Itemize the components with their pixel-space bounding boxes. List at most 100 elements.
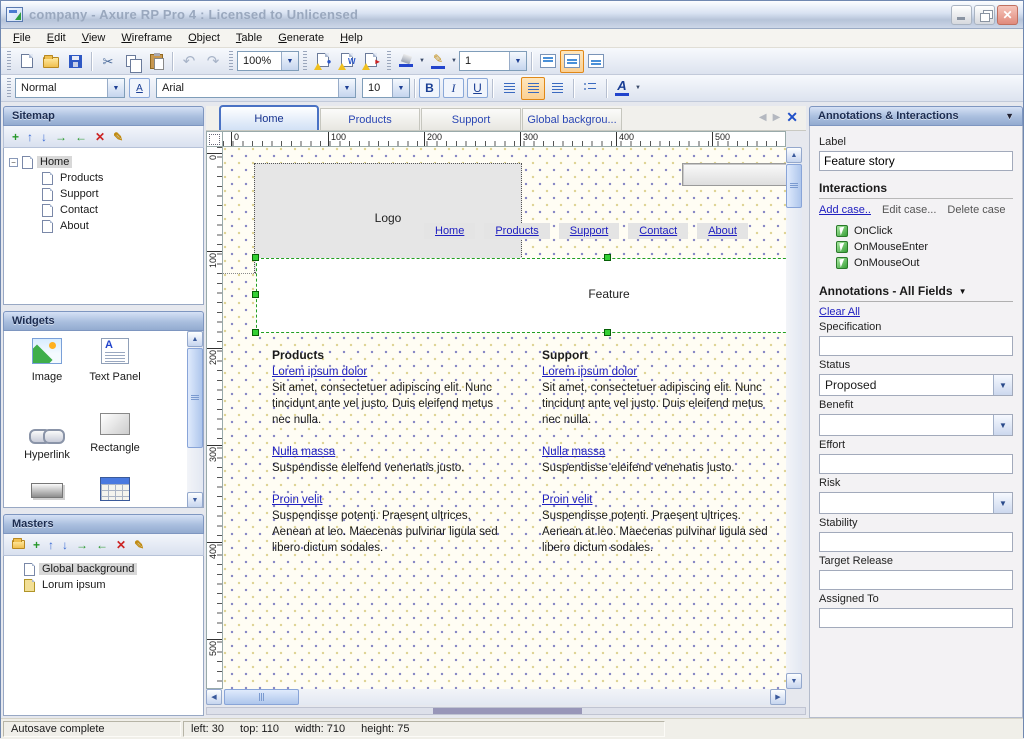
tree-collapse-icon[interactable]: − <box>9 158 18 167</box>
wf-link[interactable]: Nulla massa <box>542 444 605 460</box>
widget-table[interactable] <box>82 477 148 504</box>
logo-widget[interactable]: Logo <box>254 163 522 273</box>
risk-select[interactable]: ▼ <box>819 492 1013 514</box>
search-box-widget[interactable] <box>682 163 786 186</box>
redo-button[interactable]: ↷ <box>201 50 225 73</box>
chevron-down-icon[interactable]: ▼ <box>281 52 298 70</box>
chevron-down-icon[interactable]: ▼ <box>107 79 124 97</box>
scroll-down-icon[interactable]: ▼ <box>187 492 203 508</box>
line-width-combo[interactable]: 1 ▼ <box>459 51 527 71</box>
master-item-lorum-ipsum[interactable]: Lorum ipsum <box>4 577 203 593</box>
scroll-left-icon[interactable]: ◀ <box>206 689 222 705</box>
zoom-combo[interactable]: 100% ▼ <box>237 51 299 71</box>
valign-middle-button[interactable] <box>560 50 584 73</box>
underline-button[interactable]: U <box>467 78 488 98</box>
event-onmouseenter[interactable]: OnMouseEnter <box>836 239 1013 255</box>
nav-link-about[interactable]: About <box>697 223 748 239</box>
effort-input[interactable] <box>819 454 1013 474</box>
toolbar-grip[interactable] <box>7 51 11 71</box>
valign-top-button[interactable] <box>536 50 560 73</box>
tab-global-background[interactable]: Global backgrou... <box>522 108 622 130</box>
scroll-right-icon[interactable]: ▶ <box>770 689 786 705</box>
italic-button[interactable]: I <box>443 78 464 98</box>
toolbar-grip[interactable] <box>387 51 391 71</box>
widget-button[interactable] <box>14 483 80 501</box>
menu-help[interactable]: Help <box>332 30 371 46</box>
canvas-horizontal-scrollbar[interactable]: ◀ ▶ <box>206 689 786 705</box>
selection-handle[interactable] <box>252 329 259 336</box>
open-button[interactable] <box>39 50 63 73</box>
edit-case-link[interactable]: Edit case... <box>882 204 936 216</box>
tab-prev-icon[interactable]: ◀ <box>759 112 767 123</box>
menu-generate[interactable]: Generate <box>270 30 332 46</box>
edit-master-icon[interactable]: ✎ <box>134 539 144 551</box>
chevron-down-icon[interactable]: ▼ <box>993 375 1012 395</box>
clear-all-link[interactable]: Clear All <box>819 306 860 318</box>
sitemap-item-support[interactable]: Support <box>4 186 203 202</box>
minimize-button[interactable] <box>951 5 972 25</box>
nav-link-support[interactable]: Support <box>559 223 620 239</box>
paste-button[interactable] <box>144 50 168 73</box>
wf-link[interactable]: Proin velit <box>542 492 593 508</box>
feature-widget-selected[interactable] <box>256 258 786 333</box>
selection-handle[interactable] <box>252 254 259 261</box>
valign-bottom-button[interactable] <box>584 50 608 73</box>
tab-support[interactable]: Support <box>421 108 521 130</box>
scroll-down-icon[interactable]: ▼ <box>786 673 802 689</box>
wf-link[interactable]: Proin velit <box>272 492 323 508</box>
bold-button[interactable]: B <box>419 78 440 98</box>
delete-case-link[interactable]: Delete case <box>947 204 1005 216</box>
event-onclick[interactable]: OnClick <box>836 223 1013 239</box>
canvas-vertical-scrollbar[interactable]: ▲ ▼ <box>786 147 802 689</box>
tab-home[interactable]: Home <box>219 105 319 130</box>
selection-handle[interactable] <box>604 329 611 336</box>
add-case-link[interactable]: Add case.. <box>819 204 871 216</box>
benefit-select[interactable]: ▼ <box>819 414 1013 436</box>
tab-products[interactable]: Products <box>320 108 420 130</box>
event-onmouseout[interactable]: OnMouseOut <box>836 255 1013 271</box>
chevron-down-icon[interactable]: ▼ <box>509 52 526 70</box>
label-input[interactable] <box>819 151 1013 171</box>
widget-text-panel[interactable]: Text Panel <box>82 338 148 383</box>
tab-close-icon[interactable]: ✕ <box>786 109 798 126</box>
generate-word-button[interactable]: W <box>335 50 359 73</box>
add-master-icon[interactable]: + <box>33 539 40 551</box>
chevron-down-icon[interactable]: ▼ <box>959 287 967 296</box>
menu-view[interactable]: View <box>74 30 114 46</box>
indent-icon[interactable]: → <box>55 131 67 143</box>
undo-button[interactable]: ↶ <box>177 50 201 73</box>
toolbar-grip[interactable] <box>303 51 307 71</box>
save-button[interactable] <box>63 50 87 73</box>
cut-button[interactable]: ✂ <box>96 50 120 73</box>
add-page-icon[interactable]: + <box>12 131 19 143</box>
sitemap-item-products[interactable]: Products <box>4 170 203 186</box>
tab-next-icon[interactable]: ▶ <box>773 112 781 123</box>
line-color-button[interactable]: ✎ <box>427 50 449 73</box>
selection-handle[interactable] <box>252 291 259 298</box>
wf-link[interactable]: Nulla massa <box>272 444 335 460</box>
nav-link-products[interactable]: Products <box>484 223 549 239</box>
widgets-scrollbar[interactable]: ▲ ▼ <box>187 331 203 508</box>
widget-hyperlink[interactable]: Hyperlink <box>14 421 80 461</box>
font-color-button[interactable]: A <box>611 77 633 100</box>
font-size-combo[interactable]: 10 ▼ <box>362 78 410 98</box>
nav-link-contact[interactable]: Contact <box>628 223 688 239</box>
chevron-down-icon[interactable]: ▼ <box>993 415 1012 435</box>
outdent-icon[interactable]: ← <box>96 539 108 551</box>
edit-page-icon[interactable]: ✎ <box>113 131 123 143</box>
align-center-button[interactable] <box>521 77 545 100</box>
sitemap-item-about[interactable]: About <box>4 218 203 234</box>
assigned-to-input[interactable] <box>819 608 1013 628</box>
scroll-up-icon[interactable]: ▲ <box>786 147 802 163</box>
chevron-down-icon[interactable]: ▼ <box>993 493 1012 513</box>
wf-link[interactable]: Lorem ipsum dolor <box>272 364 367 380</box>
delete-master-icon[interactable]: ✕ <box>116 539 126 551</box>
status-select[interactable]: Proposed ▼ <box>819 374 1013 396</box>
stability-input[interactable] <box>819 532 1013 552</box>
master-item-global-background[interactable]: Global background <box>4 561 203 577</box>
pane-scroll-thumb[interactable] <box>433 708 582 714</box>
toolbar-grip[interactable] <box>229 51 233 71</box>
selection-handle[interactable] <box>604 254 611 261</box>
sitemap-item-home[interactable]: − Home <box>4 154 203 170</box>
bullet-list-button[interactable] <box>578 77 602 100</box>
